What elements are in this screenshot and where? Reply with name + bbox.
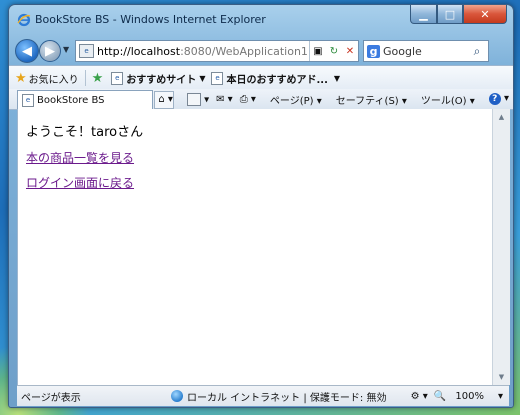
page-menu-label: ページ(P): [269, 95, 314, 107]
tab-bar: e BookStore BS ⌂ ▾ ▾ ✉ ▾ ⎙ ▾ ページ(P) ▾ セー…: [9, 89, 513, 110]
search-input[interactable]: Google: [383, 45, 466, 58]
forward-button[interactable]: ▶: [39, 40, 61, 62]
favorites-star-icon: ★: [15, 70, 27, 86]
address-bar[interactable]: e http://localhost:8080/WebApplication11…: [75, 40, 359, 62]
feeds-icon[interactable]: ▾: [180, 92, 209, 106]
suggested-sites-dropdown-icon: ▼: [199, 73, 206, 83]
book-list-link[interactable]: 本の商品一覧を見る: [26, 149, 134, 166]
close-icon: ✕: [480, 7, 490, 21]
maximize-icon: □: [444, 7, 456, 21]
favorites-button[interactable]: ★ お気に入り: [15, 71, 79, 86]
refresh-icon[interactable]: ↻: [326, 46, 342, 57]
rss-icon: [186, 92, 201, 106]
minimize-button[interactable]: ▁: [410, 5, 437, 24]
address-host: http://localhost: [97, 44, 181, 58]
stop-icon[interactable]: ✕: [342, 46, 358, 57]
scroll-down-icon[interactable]: ▼: [493, 369, 510, 385]
todays-picks-link[interactable]: e 本日のおすすめアド... ▼: [211, 71, 340, 86]
ie-logo-icon: [17, 13, 31, 27]
help-icon: ?: [488, 93, 501, 105]
favorites-label: お気に入り: [28, 74, 79, 86]
read-mail-icon[interactable]: ✉ ▾: [216, 94, 233, 105]
caption-buttons: ▁ □ ✕: [410, 5, 507, 24]
status-bar: ページが表示 ローカル イントラネット | 保護モード: 無効 ⚙ ▾ 🔍 10…: [17, 385, 509, 406]
page-icon: e: [79, 44, 94, 58]
zoom-dropdown-icon[interactable]: ▾: [498, 391, 503, 402]
tab-bookstore[interactable]: e BookStore BS: [17, 90, 153, 109]
welcome-message: ようこそ！taroさん: [26, 125, 144, 140]
safety-menu[interactable]: セーフティ(S) ▾: [329, 92, 407, 107]
tools-menu[interactable]: ツール(O) ▾: [414, 92, 475, 107]
google-icon: g: [367, 44, 380, 58]
suggested-sites-icon: e: [111, 71, 124, 85]
compatibility-view-icon[interactable]: ▣: [310, 46, 326, 57]
todays-picks-label: 本日のおすすめアド...: [226, 74, 328, 86]
back-to-login-link[interactable]: ログイン画面に戻る: [26, 174, 134, 191]
page-content: ようこそ！taroさん 本の商品一覧を見る ログイン画面に戻る: [17, 109, 492, 385]
page-menu[interactable]: ページ(P) ▾: [263, 92, 322, 107]
intranet-globe-icon: [171, 390, 183, 402]
vertical-scrollbar[interactable]: ▲ ▼: [492, 109, 510, 385]
suggested-sites-link[interactable]: e おすすめサイト ▼: [111, 71, 205, 86]
security-zone[interactable]: ローカル イントラネット | 保護モード: 無効: [171, 389, 405, 404]
command-bar: ⌂ ▾ ▾ ✉ ▾ ⎙ ▾ ページ(P) ▾ セーフティ(S) ▾ ツール(O)…: [151, 89, 509, 109]
help-menu[interactable]: ? ▾: [482, 93, 509, 105]
tab-label: BookStore BS: [37, 94, 105, 106]
maximize-button[interactable]: □: [437, 5, 463, 24]
search-box[interactable]: g Google ⌕: [363, 40, 489, 62]
add-favorite-button[interactable]: ★: [92, 71, 106, 86]
close-button[interactable]: ✕: [463, 5, 507, 24]
tools-menu-label: ツール(O): [420, 95, 467, 107]
back-button[interactable]: ◀: [15, 39, 39, 63]
ie-window: BookStore BS - Windows Internet Explorer…: [8, 4, 514, 408]
add-to-favorites-icon: ★: [91, 70, 104, 86]
suggested-sites-label: おすすめサイト: [126, 74, 197, 86]
protected-mode-icon[interactable]: ⚙ ▾: [411, 391, 428, 402]
address-path: :8080/WebApplication11/LoginS: [180, 44, 309, 58]
favorites-bar: ★ お気に入り ★ e おすすめサイト ▼ e 本日のおすすめアド... ▼: [9, 65, 513, 90]
back-arrow-icon: ◀: [22, 43, 32, 59]
zoom-control[interactable]: 🔍 100%: [434, 391, 484, 402]
todays-picks-dropdown-icon: ▼: [333, 73, 341, 83]
zoom-level: 100%: [455, 390, 484, 402]
navigation-bar: ◀ ▶ ▼ e http://localhost:8080/WebApplica…: [9, 35, 513, 65]
status-right: ⚙ ▾ 🔍 100% ▾: [405, 391, 509, 402]
search-icon[interactable]: ⌕: [466, 44, 488, 59]
minimize-icon: ▁: [419, 7, 428, 21]
security-zone-label: ローカル イントラネット | 保護モード: 無効: [187, 392, 387, 404]
divider: [84, 70, 86, 86]
print-icon[interactable]: ⎙ ▾: [240, 94, 256, 105]
safety-menu-label: セーフティ(S): [335, 95, 399, 107]
tab-page-icon: e: [22, 93, 34, 107]
address-actions: ▣ ↻ ✕: [309, 41, 358, 61]
title-bar[interactable]: BookStore BS - Windows Internet Explorer…: [9, 5, 513, 33]
address-url[interactable]: http://localhost:8080/WebApplication11/L…: [97, 45, 309, 58]
recent-pages-dropdown-icon[interactable]: ▼: [63, 45, 69, 54]
window-title: BookStore BS - Windows Internet Explorer: [35, 13, 266, 26]
forward-arrow-icon: ▶: [45, 43, 55, 59]
status-text: ページが表示: [21, 392, 81, 404]
todays-picks-icon: e: [211, 71, 224, 85]
home-icon[interactable]: ⌂ ▾: [158, 94, 173, 105]
scroll-up-icon[interactable]: ▲: [493, 109, 510, 125]
